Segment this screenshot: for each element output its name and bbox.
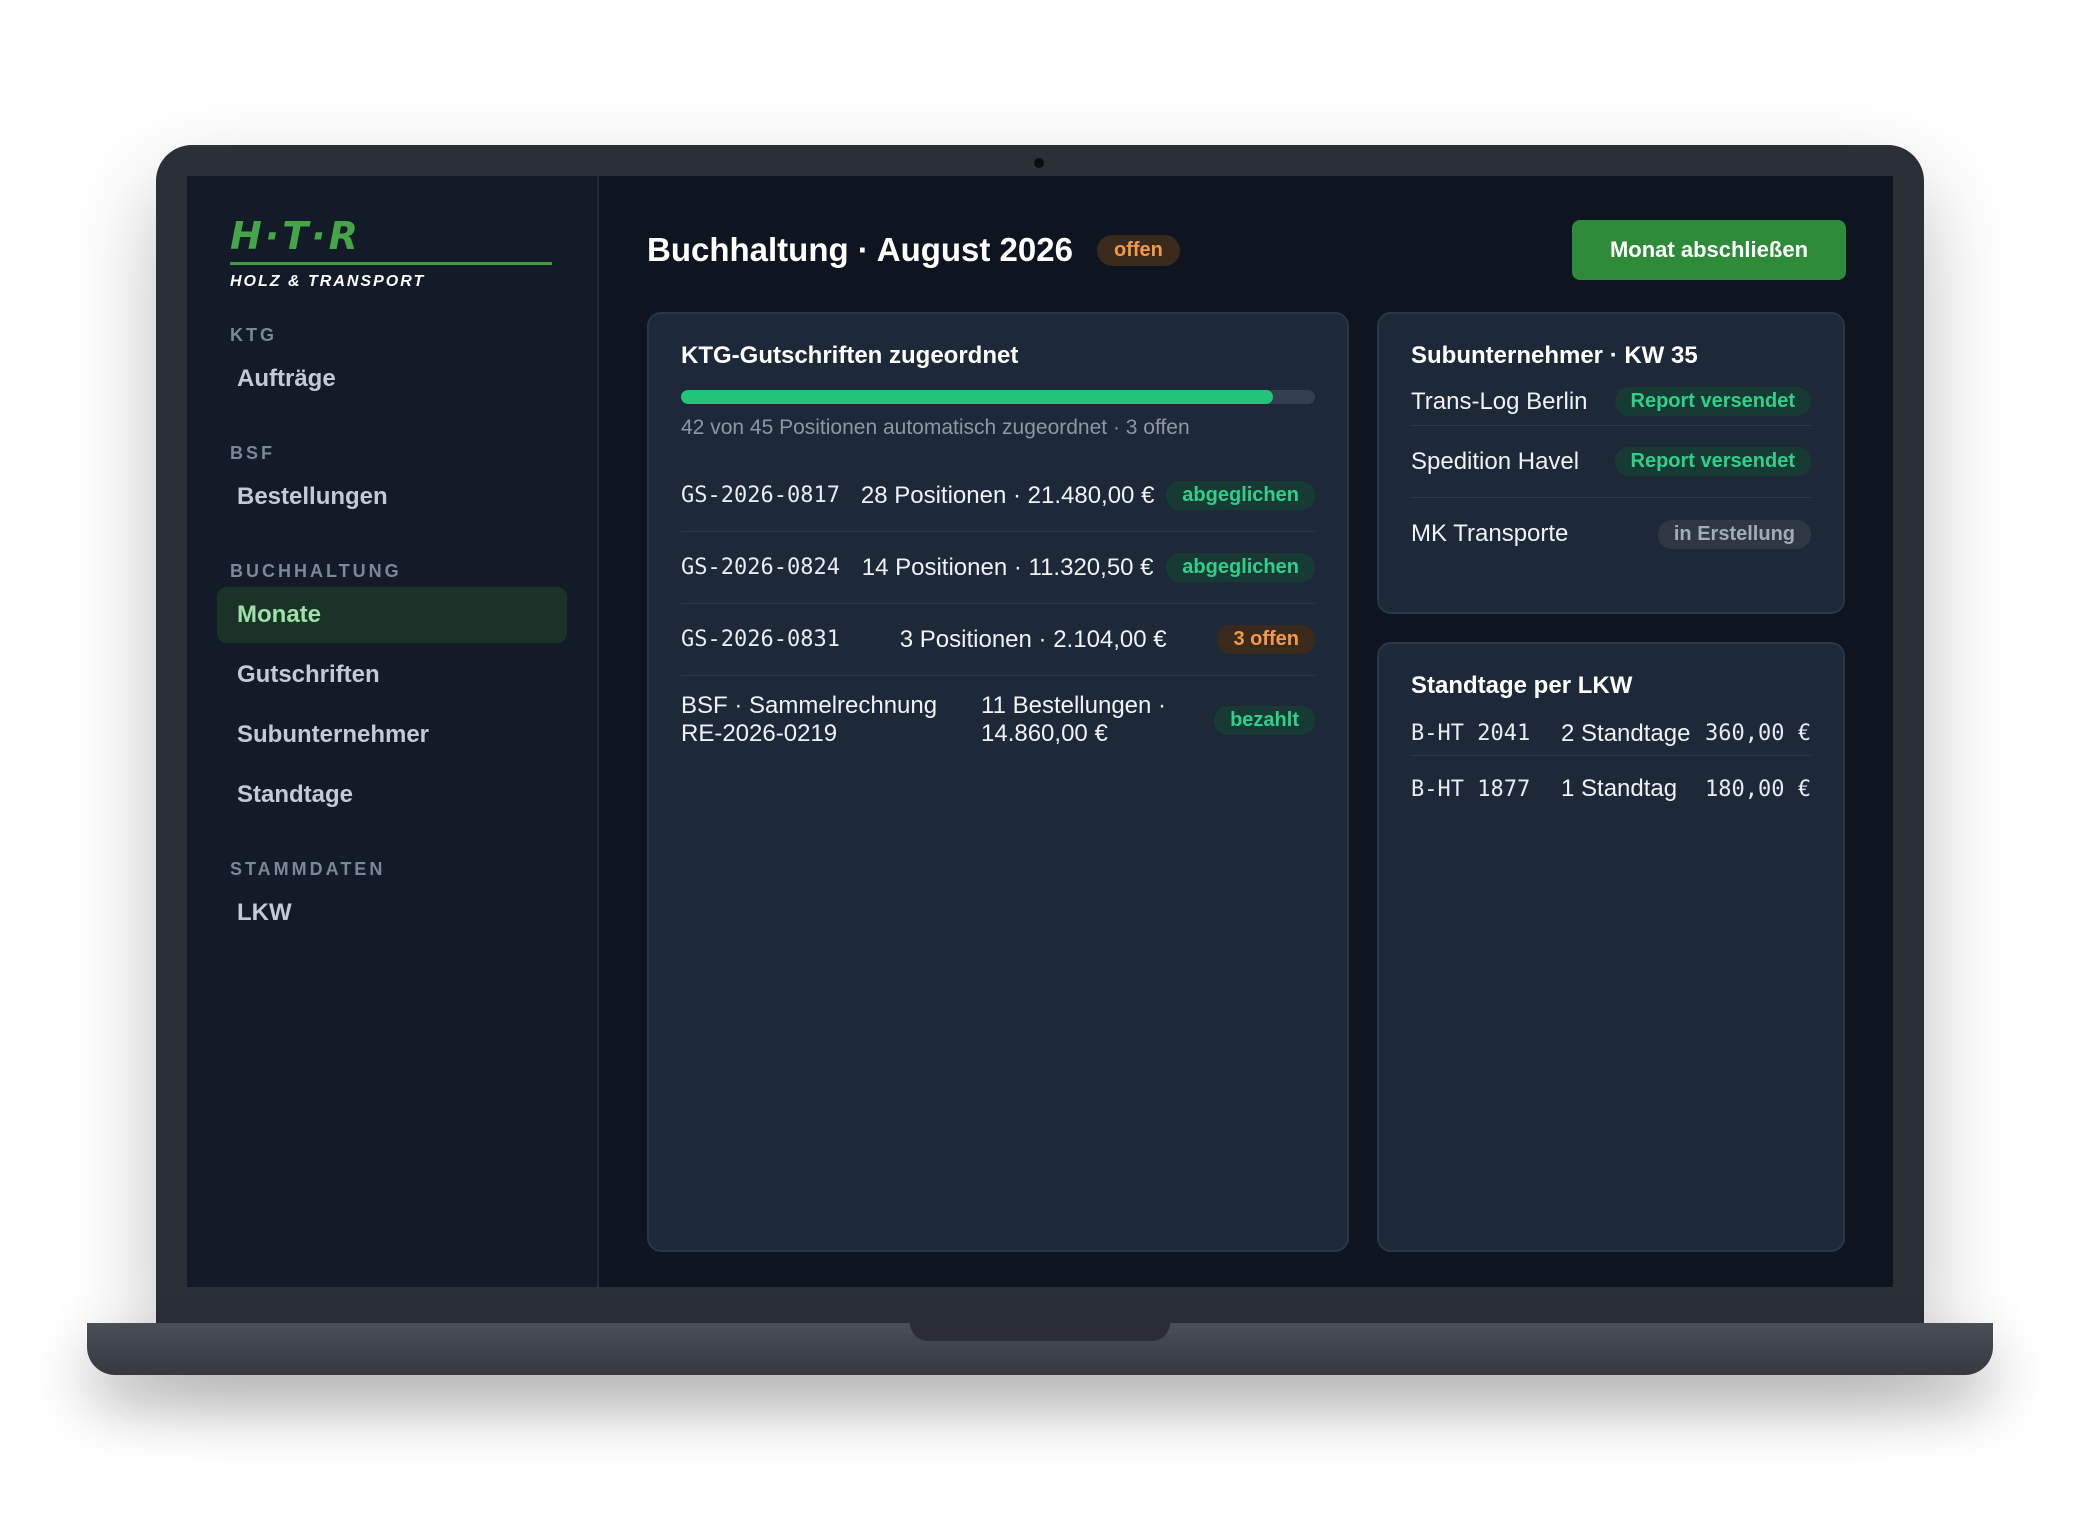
subcontractor-row[interactable]: Trans-Log Berlin Report versendet [1411,378,1811,426]
credit-summary: 14 Positionen · 11.320,50 € [861,553,1154,581]
credit-id: GS-2026-0817 [681,483,840,508]
ktg-credits-card: KTG-Gutschriften zugeordnet 42 von 45 Po… [647,312,1349,1252]
subcontractor-name: MK Transporte [1411,520,1569,547]
month-status-badge: offen [1096,234,1180,266]
status-badge: abgeglichen [1166,553,1315,582]
invoice-row[interactable]: BSF · Sammelrechnung RE-2026-0219 11 Bes… [681,676,1315,748]
standing-days-list: B-HT 2041 2 Standtage 360,00 € B-HT 1877… [1411,712,1811,822]
sidebar-item-standtage[interactable]: Standtage [217,767,567,823]
page-title: Buchhaltung · August 2026 [647,231,1073,268]
status-badge: Report versendet [1614,387,1811,416]
page-header: Buchhaltung · August 2026 offen Monat ab… [647,220,1846,280]
right-column: Subunternehmer · KW 35 Trans-Log Berlin … [1377,312,1845,1252]
assignment-progress-bar [681,390,1315,404]
brand-logo[interactable]: H·T·R HOLZ & TRANSPORT [217,214,567,291]
assignment-progress-fill [681,390,1273,404]
credit-row[interactable]: GS-2026-0817 28 Positionen · 21.480,00 €… [681,460,1315,532]
progress-caption: 42 von 45 Positionen automatisch zugeord… [681,416,1190,439]
credit-row[interactable]: GS-2026-0824 14 Positionen · 11.320,50 €… [681,532,1315,604]
brand-rule [230,262,552,265]
truck-row[interactable]: B-HT 2041 2 Standtage 360,00 € [1411,712,1811,756]
nav-section-stammdaten: STAMMDATEN [230,859,386,879]
subcontractor-row[interactable]: MK Transporte in Erstellung [1411,498,1811,570]
credit-id: GS-2026-0831 [681,627,840,652]
truck-plate: B-HT 2041 [1411,721,1531,746]
sidebar-item-auftraege[interactable]: Aufträge [217,351,567,407]
subcontractor-row[interactable]: Spedition Havel Report versendet [1411,426,1811,498]
standing-days-amount: 360,00 € [1705,721,1811,746]
nav-section-buchhaltung: BUCHHALTUNG [230,561,402,581]
sidebar-item-monate[interactable]: Monate [217,587,567,643]
subcontractor-name: Spedition Havel [1411,447,1580,475]
close-month-button[interactable]: Monat abschließen [1572,220,1846,280]
status-badge: abgeglichen [1166,481,1315,510]
sidebar-item-bestellungen[interactable]: Bestellungen [217,469,567,525]
credit-summary: 3 Positionen · 2.104,00 € [899,625,1167,653]
subcontractor-name: Trans-Log Berlin [1411,387,1588,415]
sidebar: H·T·R HOLZ & TRANSPORT KTG Aufträge BSF … [187,176,599,1287]
nav-section-bsf: BSF [230,443,275,463]
brand-mark: H·T·R [230,214,361,258]
standing-days-count: 1 Standtag [1561,775,1678,802]
brand-subtitle: HOLZ & TRANSPORT [230,273,426,290]
credit-row[interactable]: GS-2026-0831 3 Positionen · 2.104,00 € 3… [681,604,1315,676]
credit-id: GS-2026-0824 [681,555,840,580]
app-screen: H·T·R HOLZ & TRANSPORT KTG Aufträge BSF … [187,176,1893,1287]
status-badge: in Erstellung [1657,519,1811,549]
invoice-id: BSF · Sammelrechnung RE-2026-0219 [681,692,938,747]
camera-icon [1034,158,1044,168]
main-content: Buchhaltung · August 2026 offen Monat ab… [599,176,1893,1287]
laptop-notch [910,1323,1170,1341]
standing-days-amount: 180,00 € [1705,776,1811,802]
nav-section-ktg: KTG [230,325,277,345]
credit-list: GS-2026-0817 28 Positionen · 21.480,00 €… [681,460,1315,748]
standing-days-card: Standtage per LKW B-HT 2041 2 Standtage … [1377,642,1845,1252]
standing-days-title: Standtage per LKW [1411,672,1633,699]
standing-days-count: 2 Standtage [1561,719,1691,747]
status-badge: Report versendet [1614,447,1811,476]
subcontractor-card: Subunternehmer · KW 35 Trans-Log Berlin … [1377,312,1845,614]
status-badge: 3 offen [1217,625,1315,654]
panels: KTG-Gutschriften zugeordnet 42 von 45 Po… [647,312,1846,1252]
ktg-card-title: KTG-Gutschriften zugeordnet [681,342,1019,369]
subcontractor-card-title: Subunternehmer · KW 35 [1411,342,1698,369]
status-badge: bezahlt [1214,706,1315,735]
sidebar-item-subunternehmer[interactable]: Subunternehmer [217,707,567,763]
invoice-summary: 11 Bestellungen · 14.860,00 € [981,692,1167,747]
sidebar-item-lkw[interactable]: LKW [217,885,567,941]
sidebar-item-gutschriften[interactable]: Gutschriften [217,647,567,703]
truck-row[interactable]: B-HT 1877 1 Standtag 180,00 € [1411,756,1811,822]
truck-plate: B-HT 1877 [1411,776,1531,802]
credit-summary: 28 Positionen · 21.480,00 € [860,481,1155,509]
subcontractor-list: Trans-Log Berlin Report versendet Spedit… [1411,378,1811,570]
